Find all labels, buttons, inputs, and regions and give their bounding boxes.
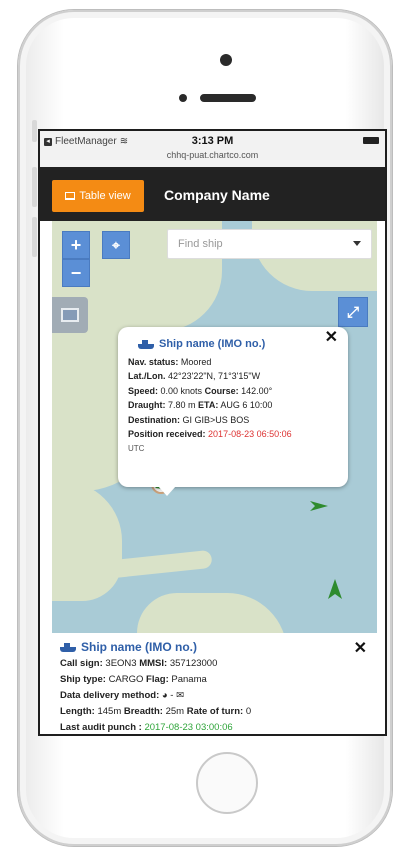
- timezone-label: UTC: [128, 443, 145, 453]
- volume-down-button: [32, 217, 37, 257]
- mute-switch: [32, 120, 37, 142]
- company-name: Company Name: [164, 187, 270, 203]
- nav-status-label: Nav. status:: [128, 356, 179, 367]
- battery-icon: [363, 137, 379, 144]
- close-icon[interactable]: ✕: [354, 641, 367, 657]
- zoom-out-button[interactable]: −: [62, 259, 90, 287]
- dimensions-row: Length: 145m Breadth: 25m Rate of turn: …: [60, 704, 369, 720]
- delivery-label: Data delivery method:: [60, 690, 160, 701]
- course-label: Course:: [204, 385, 239, 396]
- breadth-value: 25m: [165, 706, 185, 717]
- draught-value: 7.80 m: [168, 400, 196, 410]
- nav-status-value: Moored: [180, 356, 212, 367]
- latlon-row: Lat./Lon. 42°23'22"N, 71°3'15"W: [128, 369, 338, 384]
- eta-label: ETA:: [198, 400, 219, 410]
- destination-row: Destination: GI GIB>US BOS: [128, 413, 338, 428]
- popup-title[interactable]: Ship name (IMO no.): [138, 337, 338, 352]
- latlon-label: Lat./Lon.: [128, 371, 166, 381]
- draught-label: Draught:: [128, 400, 166, 410]
- call-sign-label: Call sign:: [60, 658, 103, 669]
- length-label: Length:: [60, 706, 95, 717]
- ship-icon: [60, 642, 76, 652]
- close-icon[interactable]: ✕: [325, 330, 338, 346]
- draught-eta-row: Draught: 7.80 m ETA: AUG 6 10:00: [128, 398, 338, 413]
- ship-type-label: Ship type:: [60, 674, 106, 685]
- position-row: Position received: 2017-08-23 06:50:06: [128, 427, 338, 442]
- ship-detail-panel: ✕ Ship name (IMO no.) Call sign: 3EON3 M…: [52, 633, 377, 734]
- latlon-value: 42°23'22"N, 71°3'15"W: [168, 371, 261, 381]
- url-bar[interactable]: chhq-puat.chartco.com: [40, 150, 385, 160]
- audit-value: 2017-08-23 03:00:06: [144, 722, 233, 733]
- ship-marker[interactable]: [310, 499, 328, 513]
- map-view[interactable]: + − ⌖ Find ship ⤢ ✕ Ship name (IMO no.) …: [52, 221, 377, 633]
- ship-icon: [138, 339, 154, 350]
- status-time: 3:13 PM: [191, 135, 234, 147]
- ship-type-row: Ship type: CARGO Flag: Panama: [60, 672, 369, 688]
- length-value: 145m: [97, 706, 122, 717]
- destination-label: Destination:: [128, 414, 181, 425]
- volume-up-button: [32, 167, 37, 207]
- position-time: 2017-08-23 06:50:06: [208, 429, 292, 439]
- locate-crosshair-icon[interactable]: ⌖: [102, 231, 130, 259]
- chevron-down-icon: [353, 241, 361, 246]
- table-view-button[interactable]: Table view: [52, 180, 144, 212]
- status-bar: ◂ FleetManager ≋ 3:13 PM chhq-puat.chart…: [40, 131, 385, 167]
- earpiece-speaker: [200, 94, 256, 102]
- app-header: Table view Company Name: [40, 167, 385, 221]
- home-button[interactable]: [196, 752, 258, 814]
- audit-row: Last audit punch : 2017-08-23 03:00:06: [60, 720, 369, 734]
- rate-of-turn-label: Rate of turn:: [186, 706, 244, 717]
- ship-type-value: CARGO: [108, 674, 144, 685]
- land-central-america: [52, 481, 122, 601]
- find-ship-select[interactable]: Find ship: [167, 229, 372, 259]
- eta-value: AUG 6 10:00: [220, 400, 273, 410]
- flag-label: Flag:: [146, 674, 169, 685]
- flag-value: Panama: [171, 674, 207, 685]
- course-value: 142.00°: [241, 385, 273, 396]
- speed-course-row: Speed: 0.00 knots Course: 142.00°: [128, 384, 338, 399]
- popup-ship-name: Ship name (IMO no.): [159, 338, 266, 350]
- delivery-method-icons: ◕ - ✉: [161, 690, 185, 701]
- rate-of-turn-value: 0: [245, 706, 252, 717]
- phone-screen: ◂ FleetManager ≋ 3:13 PM chhq-puat.chart…: [38, 129, 387, 736]
- panel-ship-name: Ship name (IMO no.): [81, 640, 197, 654]
- speed-value: 0.00 knots: [160, 385, 203, 396]
- find-ship-placeholder: Find ship: [178, 238, 223, 250]
- delivery-row: Data delivery method: ◕ - ✉: [60, 688, 369, 704]
- destination-value: GI GIB>US BOS: [182, 414, 250, 425]
- proximity-sensor: [179, 94, 187, 102]
- table-view-label: Table view: [79, 190, 131, 202]
- fullscreen-expand-icon[interactable]: ⤢: [338, 297, 368, 327]
- speed-label: Speed:: [128, 385, 159, 396]
- layers-icon: [61, 308, 79, 322]
- land-south-america: [137, 593, 287, 633]
- mmsi-value: 357123000: [169, 658, 218, 669]
- table-icon: [65, 192, 76, 200]
- ship-info-popup: ✕ Ship name (IMO no.) Nav. status: Moore…: [118, 327, 348, 496]
- call-sign-value: 3EON3: [105, 658, 137, 669]
- ship-marker[interactable]: [328, 579, 342, 599]
- audit-label: Last audit punch :: [60, 722, 142, 733]
- mmsi-label: MMSI:: [139, 658, 168, 669]
- nav-status-row: Nav. status: Moored: [128, 355, 338, 370]
- layers-button[interactable]: [52, 297, 88, 333]
- call-sign-row: Call sign: 3EON3 MMSI: 357123000: [60, 656, 369, 672]
- breadth-label: Breadth:: [123, 706, 163, 717]
- panel-title[interactable]: Ship name (IMO no.): [60, 639, 369, 655]
- zoom-in-button[interactable]: +: [62, 231, 90, 259]
- position-label: Position received:: [128, 429, 206, 439]
- front-camera: [220, 54, 232, 66]
